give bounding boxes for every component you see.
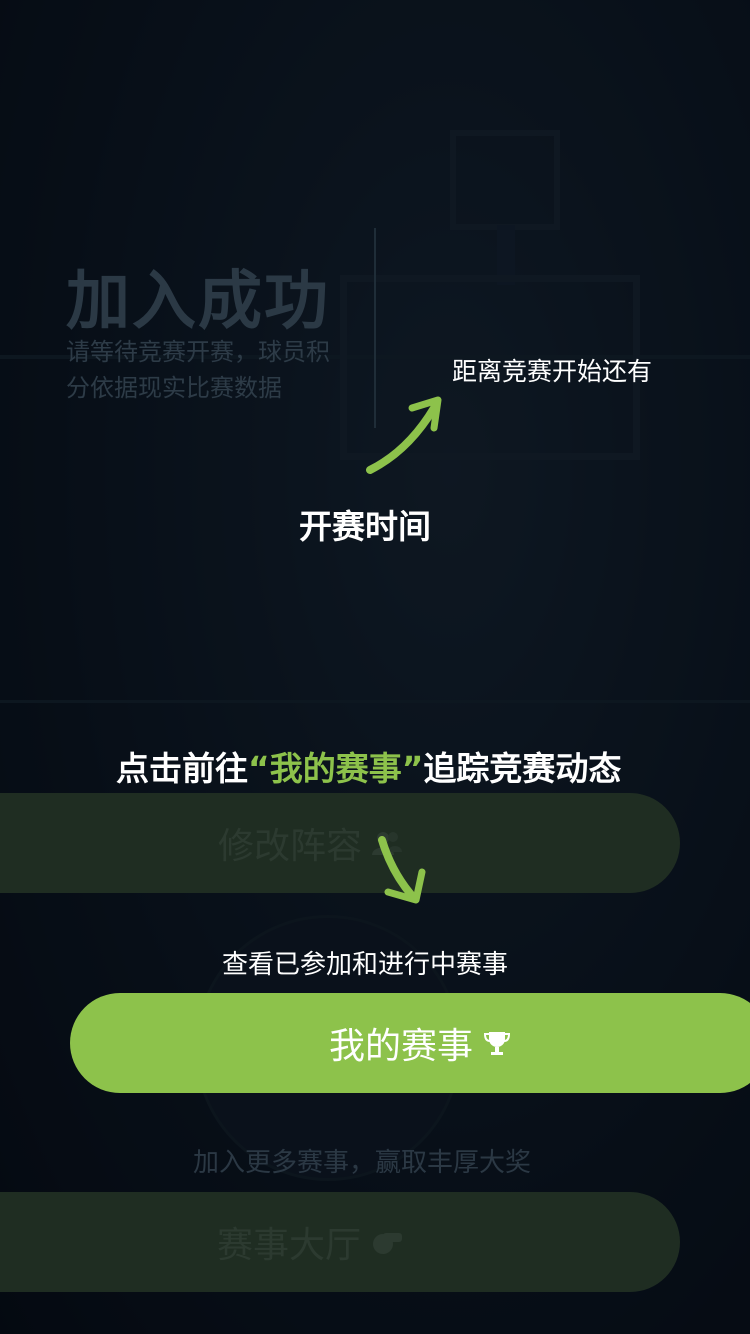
match-hall-button[interactable]: 赛事大厅 — [0, 1192, 680, 1292]
my-matches-label: 我的赛事 — [328, 1026, 473, 1067]
view-hint: 查看已参加和进行中赛事 — [222, 950, 509, 980]
start-time-label: 开赛时间 — [299, 507, 431, 546]
promo-prefix: 点击前往 — [116, 749, 248, 788]
my-matches-button[interactable]: 我的赛事 — [70, 993, 750, 1093]
arrow-down-icon — [378, 836, 426, 904]
my-matches-promo: 点击前往“我的赛事”追踪竞赛动态 — [116, 742, 621, 790]
countdown-label: 距离竞赛开始还有 — [452, 357, 653, 386]
dim-overlay — [0, 0, 750, 1334]
background-scene — [0, 0, 750, 1334]
trophy-icon — [483, 1029, 511, 1057]
edit-lineup-button[interactable]: 修改阵容 — [0, 793, 680, 893]
join-success-subtitle: 请等待竞赛开赛，球员积分依据现实比赛数据 — [66, 338, 330, 402]
promo-suffix: 追踪竞赛动态 — [423, 749, 622, 788]
whistle-icon — [371, 1229, 403, 1255]
promo-highlight: “我的赛事” — [248, 749, 424, 788]
join-more-hint: 加入更多赛事，赢取丰厚大奖 — [193, 1148, 532, 1178]
edit-lineup-label: 修改阵容 — [217, 826, 362, 867]
arrow-up-right-icon — [366, 396, 442, 474]
guide-screen: 加入成功 请等待竞赛开赛，球员积分依据现实比赛数据 距离竞赛开始还有 开赛时间 … — [0, 0, 750, 1334]
match-hall-label: 赛事大厅 — [216, 1225, 361, 1266]
join-success-title: 加入成功 — [66, 265, 330, 339]
